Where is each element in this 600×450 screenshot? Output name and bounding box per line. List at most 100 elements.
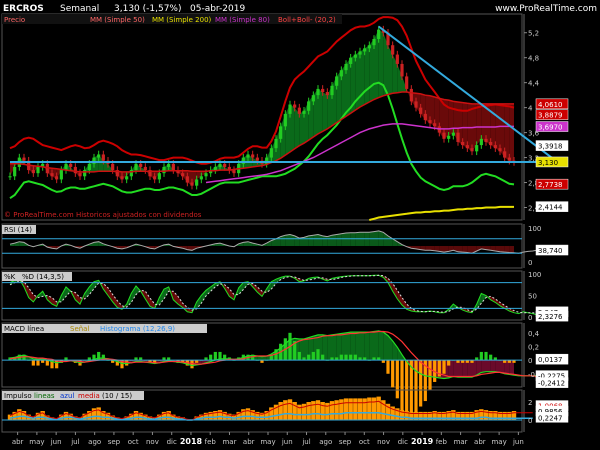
date-label: 05-abr-2019 xyxy=(190,4,245,14)
price-label-0: 4,0610 xyxy=(538,101,563,109)
price-fill-62 xyxy=(299,110,304,146)
candle-body-84 xyxy=(400,63,404,77)
rsi-fill-107 xyxy=(509,246,514,253)
custom-bar-65 xyxy=(311,401,316,420)
candle-body-44 xyxy=(213,166,217,171)
price-label-5: 2,7738 xyxy=(538,181,563,189)
macd-hist-86 xyxy=(409,360,413,418)
custom-legend-4: (10 / 15) xyxy=(102,392,132,400)
rsi-fill-73 xyxy=(350,232,356,246)
macd-hist-6 xyxy=(36,360,40,366)
price-fill-79 xyxy=(378,29,384,98)
x-label-18: oct xyxy=(359,438,370,446)
macd-tick-0: 0,4 xyxy=(528,330,540,338)
x-label-4: ago xyxy=(88,438,101,446)
price-fill-75 xyxy=(360,48,365,108)
macd-hist-43 xyxy=(209,354,213,361)
macd-hist-82 xyxy=(391,360,395,388)
custom-value-2: 0,2247 xyxy=(538,414,563,422)
candle-body-35 xyxy=(171,163,175,171)
candle-body-76 xyxy=(363,48,367,52)
price-fill-97 xyxy=(462,102,468,149)
candle-body-83 xyxy=(395,54,399,64)
candle-body-48 xyxy=(232,170,236,174)
candle-body-22 xyxy=(111,163,115,171)
candle-body-96 xyxy=(456,132,460,142)
macd-hist-94 xyxy=(447,360,451,366)
macd-hist-74 xyxy=(353,354,357,361)
x-label-23: mar xyxy=(454,438,468,446)
candle-body-24 xyxy=(120,176,124,180)
custom-tick-0: 0 xyxy=(528,417,532,425)
stoch-tick-0: 100 xyxy=(528,271,541,279)
macd-hist-103 xyxy=(489,354,493,361)
rsi-value: 38,740 xyxy=(538,247,563,255)
candle-body-95 xyxy=(451,132,455,136)
stoch-value-d: 2,3276 xyxy=(538,313,563,321)
rsi-fill-72 xyxy=(346,232,351,246)
rsi-fill-89 xyxy=(425,246,430,251)
legend-mm80: MM (Simple 80) xyxy=(215,16,270,24)
candle-body-19 xyxy=(97,154,101,158)
candle-body-71 xyxy=(339,70,343,77)
candle-body-39 xyxy=(190,182,194,186)
candle-body-65 xyxy=(311,95,315,102)
rsi-fill-71 xyxy=(341,233,346,246)
x-label-22: feb xyxy=(436,438,448,446)
candle-body-56 xyxy=(269,148,273,158)
macd-hist-90 xyxy=(428,360,432,391)
rsi-fill-70 xyxy=(336,233,342,246)
macd-tick-1: 0,2 xyxy=(528,343,539,351)
x-label-1: may xyxy=(29,438,44,446)
candle-body-45 xyxy=(218,163,222,167)
stoch-legend-d: %D (14,3,5) xyxy=(22,273,64,281)
price-tick-label-3: 4 xyxy=(528,105,533,113)
candle-body-101 xyxy=(479,138,483,146)
candle-body-0 xyxy=(8,176,12,178)
macd-value-2: -0,2412 xyxy=(538,380,565,388)
price-fill-76 xyxy=(364,45,370,105)
quote-label: 3,130 (-1,57%) xyxy=(114,4,182,14)
price-fill-67 xyxy=(322,92,328,132)
custom-bar-70 xyxy=(334,400,339,420)
custom-tick-2: 2 xyxy=(528,399,532,407)
candle-body-73 xyxy=(349,57,353,64)
rsi-fill-69 xyxy=(332,234,337,246)
candle-body-46 xyxy=(223,163,227,167)
macd-hist-87 xyxy=(414,360,418,415)
rsi-fill-59 xyxy=(285,234,290,246)
custom-legend-0: Impulso xyxy=(4,392,32,400)
candle-body-79 xyxy=(377,29,381,39)
x-label-17: sep xyxy=(339,438,352,446)
x-label-24: abr xyxy=(474,438,486,446)
macd-hist-72 xyxy=(344,354,348,361)
candle-body-27 xyxy=(134,163,138,171)
candle-body-82 xyxy=(391,45,395,55)
macd-fill-101 xyxy=(481,360,486,373)
macd-fill-102 xyxy=(486,360,491,372)
candle-body-60 xyxy=(288,104,292,114)
candle-body-33 xyxy=(162,166,166,174)
price-label-6: 2,4144 xyxy=(538,204,563,212)
candle-body-94 xyxy=(447,135,451,139)
watermark: © ProRealTime.com Historicos ajustados c… xyxy=(4,211,202,219)
stoch-tick-1: 50 xyxy=(528,293,537,301)
candle-body-93 xyxy=(442,132,446,139)
rsi-fill-106 xyxy=(504,246,510,253)
rsi-fill-64 xyxy=(308,235,314,246)
candle-body-34 xyxy=(167,163,171,167)
candle-body-67 xyxy=(321,88,325,93)
chart-background xyxy=(0,0,600,450)
x-label-3: jul xyxy=(70,438,79,446)
custom-bar-76 xyxy=(362,398,367,420)
macd-legend-line: MACD línea xyxy=(4,325,44,333)
candle-body-41 xyxy=(199,176,203,180)
legend-mm50: MM (Simple 50) xyxy=(90,16,145,24)
custom-bar-66 xyxy=(315,400,321,420)
macd-fill-104 xyxy=(495,360,500,373)
candle-body-51 xyxy=(246,154,250,158)
candle-body-10 xyxy=(55,176,59,180)
candle-body-1 xyxy=(13,166,17,177)
macd-hist-83 xyxy=(395,360,399,399)
candle-body-37 xyxy=(181,173,185,177)
